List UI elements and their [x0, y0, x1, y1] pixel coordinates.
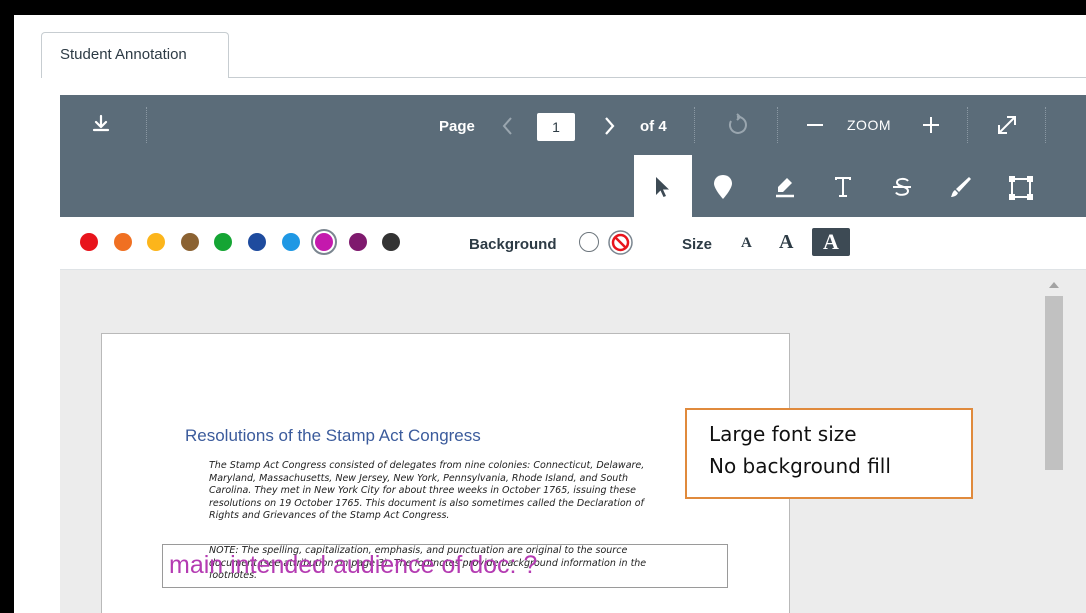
- pointer-icon: [656, 177, 669, 197]
- toolbar-separator: [146, 107, 147, 143]
- tab-student-annotation[interactable]: Student Annotation: [41, 32, 229, 78]
- text-tool-icon[interactable]: [833, 175, 853, 199]
- document-intro: The Stamp Act Congress consisted of dele…: [209, 460, 645, 522]
- color-swatch[interactable]: [348, 233, 367, 251]
- freehand-draw-icon[interactable]: [949, 175, 973, 199]
- strikeout-icon[interactable]: [892, 175, 912, 199]
- scroll-thumb[interactable]: [1045, 296, 1063, 470]
- page-number-input[interactable]: [537, 113, 575, 141]
- color-swatch[interactable]: [80, 233, 98, 251]
- no-fill-option[interactable]: [579, 232, 599, 252]
- page-label: Page: [439, 118, 475, 135]
- background-label: Background: [469, 236, 557, 253]
- toolbar-separator: [777, 107, 778, 143]
- download-icon[interactable]: [91, 114, 111, 134]
- size-label: Size: [682, 236, 713, 253]
- color-swatch[interactable]: [281, 233, 300, 251]
- callout-note: Large font size No background fill: [685, 408, 973, 499]
- no-background-icon[interactable]: [608, 230, 633, 255]
- toolbar-separator: [1045, 107, 1046, 143]
- annotation-text[interactable]: main intended audience of doc: ?: [169, 551, 537, 580]
- size-medium-option[interactable]: A: [779, 231, 793, 254]
- size-large-option[interactable]: A: [812, 228, 850, 256]
- fullscreen-icon[interactable]: [995, 113, 1019, 137]
- pin-comment-icon[interactable]: [712, 173, 734, 201]
- highlight-icon[interactable]: [774, 175, 796, 199]
- zoom-out-icon[interactable]: [805, 115, 825, 135]
- previous-page-icon[interactable]: [501, 115, 515, 137]
- text-annotation-box[interactable]: main intended audience of doc: ?: [162, 544, 728, 588]
- annotation-toolbar: Page of 4 ZOOM: [60, 95, 1086, 217]
- student-annotation-panel: Student Annotation Page of 4 ZOOM: [14, 15, 1086, 613]
- color-swatch[interactable]: [180, 233, 199, 251]
- zoom-label: ZOOM: [847, 117, 891, 133]
- rectangle-tool-icon[interactable]: [1008, 175, 1034, 201]
- color-swatch[interactable]: [248, 233, 266, 251]
- page-total: of 4: [640, 118, 667, 135]
- color-size-bar: Background Size A A A: [60, 217, 1086, 270]
- next-page-icon[interactable]: [602, 115, 616, 137]
- color-swatch[interactable]: [113, 233, 132, 251]
- scroll-up-icon[interactable]: [1049, 282, 1059, 288]
- vertical-scrollbar[interactable]: [1045, 282, 1063, 613]
- callout-line-1: Large font size: [709, 422, 857, 446]
- size-small-option[interactable]: A: [741, 235, 752, 252]
- color-swatch[interactable]: [147, 233, 166, 251]
- color-swatch[interactable]: [214, 233, 233, 251]
- zoom-in-icon[interactable]: [921, 115, 941, 135]
- rotate-icon[interactable]: [725, 113, 749, 137]
- color-swatch[interactable]: [382, 233, 401, 251]
- tab-label: Student Annotation: [60, 46, 187, 63]
- toolbar-separator: [967, 107, 968, 143]
- document-title: Resolutions of the Stamp Act Congress: [185, 426, 481, 445]
- callout-line-2: No background fill: [709, 454, 891, 478]
- toolbar-separator: [694, 107, 695, 143]
- tab-divider: [229, 77, 1086, 78]
